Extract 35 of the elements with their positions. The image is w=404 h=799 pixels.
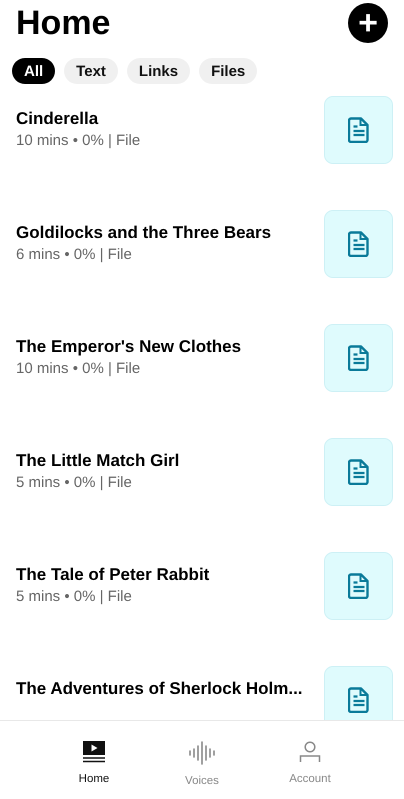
nav-tab[interactable]: Account	[270, 721, 350, 799]
item-meta: 6 mins • 0% | File	[16, 246, 133, 263]
document-icon	[348, 573, 370, 599]
nav-tab[interactable]: Voices	[162, 721, 242, 799]
item-meta: 5 mins • 0% | File	[16, 588, 133, 605]
item-meta: 10 mins • 0% | File	[16, 132, 140, 149]
play-icon	[82, 741, 106, 763]
item-title[interactable]: The Adventures of Sherlock Holm...	[16, 679, 303, 699]
person-icon	[299, 741, 321, 763]
document-icon	[348, 231, 370, 257]
add-button[interactable]: +	[348, 3, 388, 43]
item-title[interactable]: The Little Match Girl	[16, 451, 180, 471]
item-title[interactable]: Goldilocks and the Three Bears	[16, 223, 272, 243]
document-icon	[348, 345, 370, 371]
item-meta: 5 mins • 0% | File	[16, 474, 133, 491]
file-tile[interactable]	[324, 666, 393, 720]
item-title[interactable]: The Emperor's New Clothes	[16, 337, 242, 357]
file-tile[interactable]	[324, 552, 393, 620]
file-tile[interactable]	[324, 210, 393, 278]
file-tile[interactable]	[324, 96, 393, 164]
waveform-icon	[189, 741, 215, 765]
document-icon	[348, 117, 370, 143]
filter-chip[interactable]: Links	[126, 58, 190, 84]
document-icon	[348, 687, 370, 713]
item-meta: 10 mins • 0% | File	[16, 360, 142, 377]
file-tile[interactable]	[324, 438, 393, 506]
filter-chip[interactable]: All	[12, 58, 56, 84]
filter-chip[interactable]: Files	[199, 58, 258, 84]
item-title[interactable]: Cinderella	[16, 109, 140, 129]
page-title: Home	[16, 4, 110, 42]
filter-chip[interactable]: Text	[64, 58, 118, 84]
item-title[interactable]: The Tale of Peter Rabbit	[16, 565, 210, 585]
nav-tab[interactable]: Home	[54, 721, 134, 799]
document-icon	[348, 459, 370, 485]
file-tile[interactable]	[324, 324, 393, 392]
